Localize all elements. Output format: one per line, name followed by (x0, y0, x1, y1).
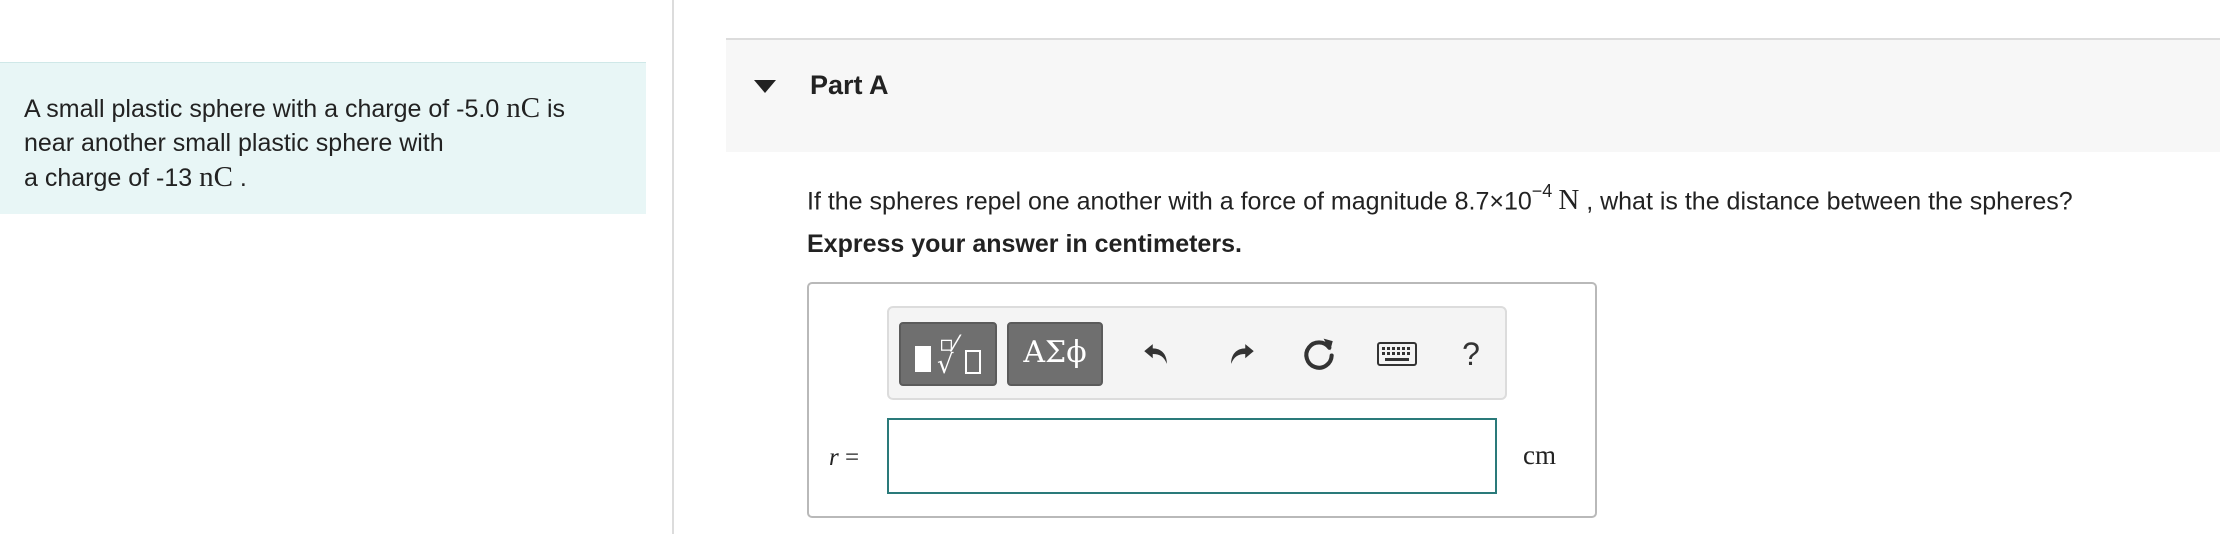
part-header[interactable]: Part A (726, 38, 2220, 152)
templates-button[interactable]: ▫⁄ √ (899, 322, 997, 386)
undo-button[interactable] (1135, 332, 1179, 376)
problem-line-2: near another small plastic sphere with (24, 129, 444, 157)
help-icon: ? (1462, 335, 1480, 372)
problem-text: is (540, 95, 566, 123)
problem-text: A small plastic sphere with a charge of … (24, 95, 507, 123)
equals-sign: = (838, 444, 860, 471)
keyboard-button[interactable] (1367, 332, 1427, 376)
undo-icon (1144, 344, 1167, 364)
problem-text: a charge of -13 (24, 164, 200, 192)
keyboard-icon (1377, 342, 1417, 366)
answer-box: ▫⁄ √ ΑΣϕ ? r = cm (807, 282, 1597, 518)
answer-input[interactable] (887, 418, 1497, 494)
reset-button[interactable] (1297, 332, 1341, 376)
reset-icon (1304, 338, 1334, 370)
charge-unit: nC (506, 92, 541, 124)
help-button[interactable]: ? (1449, 332, 1493, 376)
question-pre: If the spheres repel one another with a … (807, 187, 1532, 216)
answer-instruction: Express your answer in centimeters. (807, 230, 1242, 258)
part-title: Part A (810, 70, 889, 100)
redo-button[interactable] (1219, 332, 1263, 376)
charge-unit: nC (199, 161, 233, 193)
problem-panel: A small plastic sphere with a charge of … (0, 0, 672, 534)
problem-statement: A small plastic sphere with a charge of … (0, 62, 646, 214)
greek-symbols-button[interactable]: ΑΣϕ (1007, 322, 1103, 386)
answer-variable: r (829, 444, 839, 471)
answer-variable-label: r = (829, 444, 859, 472)
redo-icon (1231, 344, 1254, 364)
problem-line-3: a charge of -13 nC . (24, 160, 622, 195)
problem-text: . (232, 164, 247, 192)
force-exponent: −4 (1531, 181, 1553, 201)
question-text: If the spheres repel one another with a … (807, 174, 2073, 221)
problem-line-1: A small plastic sphere with a charge of … (24, 91, 622, 126)
force-unit: N (1558, 184, 1580, 217)
question-post: , what is the distance between the spher… (1579, 187, 2073, 216)
column-divider (672, 0, 674, 534)
math-toolbar: ▫⁄ √ ΑΣϕ ? (887, 306, 1507, 400)
answer-unit: cm (1523, 440, 1556, 470)
collapse-caret-icon[interactable] (754, 80, 776, 93)
greek-symbols-icon: ΑΣϕ (1023, 335, 1087, 370)
